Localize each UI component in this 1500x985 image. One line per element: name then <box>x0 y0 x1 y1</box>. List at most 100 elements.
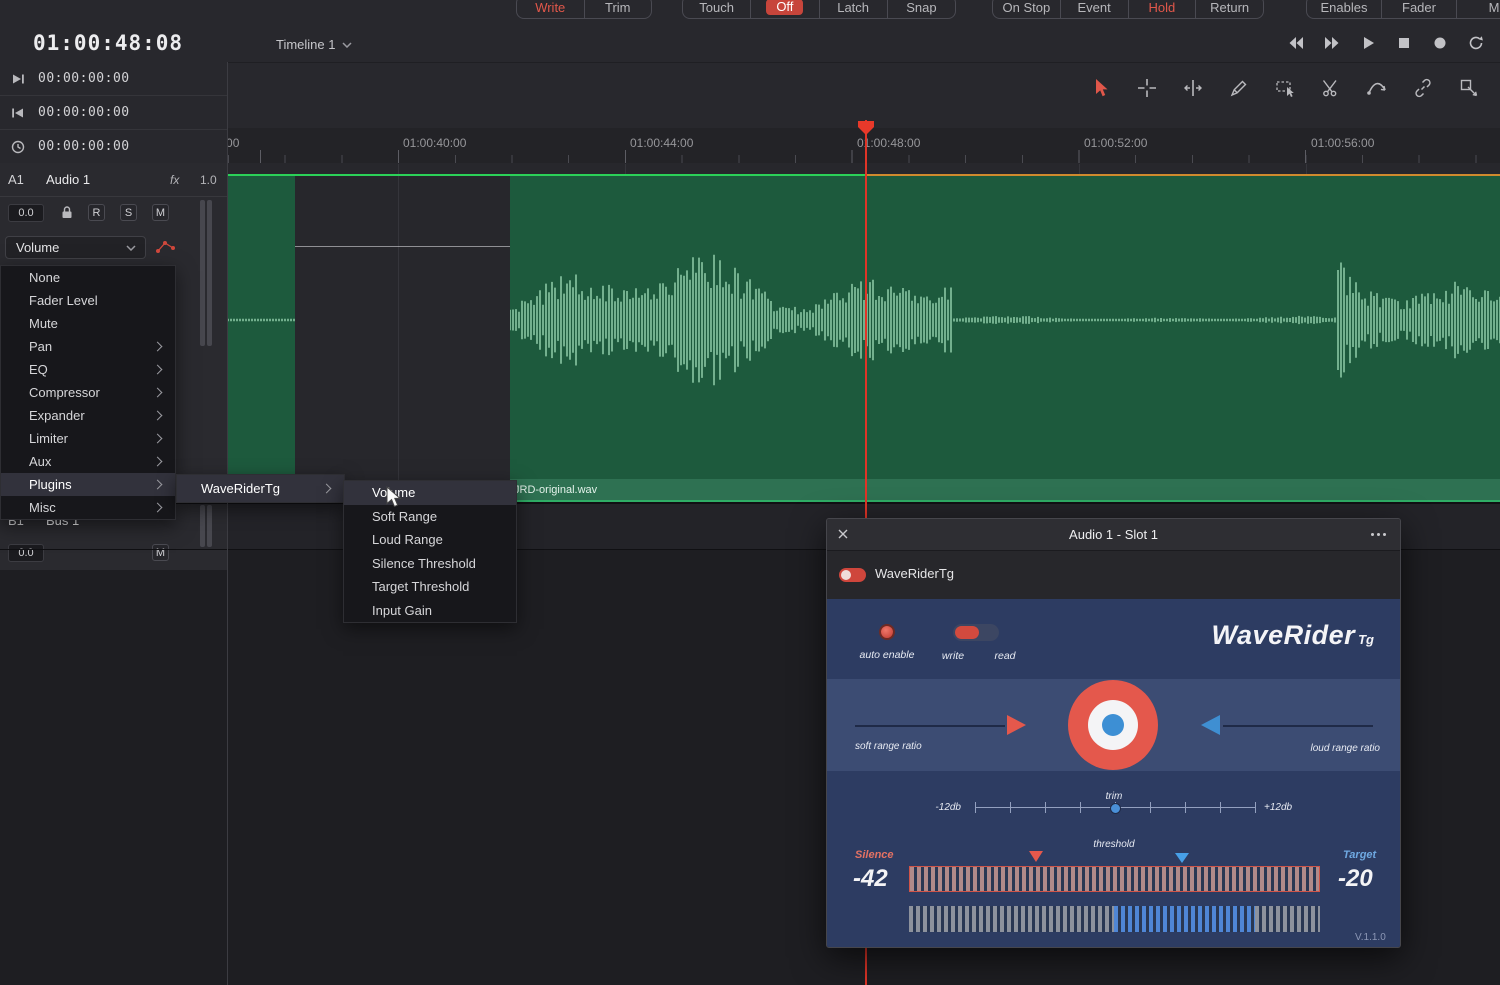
silence-value: -42 <box>853 865 888 893</box>
lock-icon[interactable] <box>60 205 74 220</box>
menu-item-input-gain[interactable]: Input Gain <box>344 599 516 623</box>
bus-level-value[interactable]: 0.0 <box>8 544 44 562</box>
play-button[interactable] <box>1360 35 1376 51</box>
menu-item-label: Volume <box>372 485 516 500</box>
trim-min-label: -12db <box>913 802 961 813</box>
audio-clip-main[interactable]: JRD-original.wav <box>510 176 1500 502</box>
return-button[interactable]: Return <box>1195 0 1263 18</box>
threshold-meter <box>909 866 1320 892</box>
track-level-value[interactable]: 0.0 <box>8 204 44 222</box>
automation-parameter-value: Volume <box>6 240 126 255</box>
timecode-row-in[interactable]: 00:00:00:00 <box>0 96 227 130</box>
track-fx-badge[interactable]: fx <box>170 173 179 187</box>
loop-button[interactable] <box>1468 35 1484 51</box>
loud-range-arrow[interactable] <box>1201 715 1220 735</box>
off-pill: Off <box>766 0 803 15</box>
trim-tool-icon[interactable] <box>1182 77 1204 99</box>
menu-item-fader-level[interactable]: Fader Level <box>1 289 175 312</box>
soft-range-arrow[interactable] <box>1007 715 1026 735</box>
off-button[interactable]: Off <box>750 0 818 18</box>
menu-item-label: EQ <box>29 362 154 377</box>
timecode-row-out[interactable]: 00:00:00:00 <box>0 62 227 96</box>
range-ratio-panel: soft range ratio loud range ratio <box>827 679 1400 771</box>
menu-item-target-threshold[interactable]: Target Threshold <box>344 575 516 599</box>
trim-handle[interactable] <box>1110 803 1121 814</box>
rewind-button[interactable] <box>1288 35 1304 51</box>
latch-button[interactable]: Latch <box>819 0 887 18</box>
write-button[interactable]: Write <box>517 0 584 18</box>
waveform <box>510 176 1500 502</box>
pencil-tool-icon[interactable] <box>1228 77 1250 99</box>
automation-curve-pending <box>866 174 1500 176</box>
automation-curve-tool-icon[interactable] <box>1366 77 1388 99</box>
silence-threshold-marker[interactable] <box>1029 851 1043 862</box>
trim-label: trim <box>1064 791 1164 802</box>
solo-button[interactable]: S <box>120 204 137 221</box>
hold-button[interactable]: Hold <box>1128 0 1196 18</box>
menu-item-none[interactable]: None <box>1 266 175 289</box>
transform-tool-icon[interactable] <box>1458 77 1480 99</box>
menu-item-soft-range[interactable]: Soft Range <box>344 505 516 529</box>
menu-item-expander[interactable]: Expander <box>1 404 175 427</box>
menu-item-loud-range[interactable]: Loud Range <box>344 528 516 552</box>
gain-meter-blue <box>1114 906 1255 932</box>
menu-item-eq[interactable]: EQ <box>1 358 175 381</box>
crosshair-tool-icon[interactable] <box>1136 77 1158 99</box>
window-menu-icon[interactable] <box>1371 533 1386 536</box>
menu-item-silence-threshold[interactable]: Silence Threshold <box>344 552 516 576</box>
menu-item-volume[interactable]: Volume <box>344 481 516 505</box>
playhead-marker[interactable] <box>857 120 875 136</box>
write-read-toggle[interactable] <box>953 624 999 641</box>
menu-item-pan[interactable]: Pan <box>1 335 175 358</box>
track-name[interactable]: Audio 1 <box>46 172 90 187</box>
plugin-body: auto enable write read WaveRider Tg soft… <box>827 599 1400 948</box>
automation-parameter-dropdown[interactable]: Volume <box>5 236 146 259</box>
scissors-tool-icon[interactable] <box>1320 77 1342 99</box>
automation-nodes-icon[interactable] <box>155 239 177 255</box>
submenu-arrow-icon <box>153 434 163 444</box>
snap-button[interactable]: Snap <box>887 0 955 18</box>
fader-button[interactable]: Fader <box>1381 0 1456 18</box>
fast-forward-button[interactable] <box>1324 35 1340 51</box>
pointer-tool-icon[interactable] <box>1090 77 1112 99</box>
submenu-arrow-icon <box>153 411 163 421</box>
menu-item-limiter[interactable]: Limiter <box>1 427 175 450</box>
stop-button[interactable] <box>1396 35 1412 51</box>
target-threshold-marker[interactable] <box>1175 853 1189 863</box>
record-button[interactable] <box>1432 35 1448 51</box>
link-tool-icon[interactable] <box>1412 77 1434 99</box>
main-ride-control[interactable] <box>1068 680 1158 770</box>
trim-button[interactable]: Trim <box>584 0 652 18</box>
auto-enable-label: auto enable <box>847 649 927 661</box>
touch-button[interactable]: Touch <box>683 0 750 18</box>
menu-item-plugins[interactable]: Plugins <box>1 473 175 496</box>
menu-item-waveridertg[interactable]: WaveRiderTg <box>177 475 344 502</box>
menu-item-label: Input Gain <box>372 603 516 618</box>
menu-item-label: Aux <box>29 454 154 469</box>
timeline-selector[interactable]: Timeline 1 <box>276 37 352 52</box>
automation-touch-group: Touch Off Latch Snap <box>682 0 956 19</box>
menu-item-label: Compressor <box>29 385 154 400</box>
on-stop-button[interactable]: On Stop <box>993 0 1060 18</box>
plugin-enable-toggle[interactable] <box>839 568 866 582</box>
range-select-tool-icon[interactable] <box>1274 77 1296 99</box>
menu-item-compressor[interactable]: Compressor <box>1 381 175 404</box>
mute-enable-button[interactable]: M <box>1456 0 1500 18</box>
plugin-window-titlebar[interactable]: Audio 1 - Slot 1 <box>827 519 1400 551</box>
enables-button[interactable]: Enables <box>1307 0 1381 18</box>
menu-item-mute[interactable]: Mute <box>1 312 175 335</box>
audio-clip-left[interactable] <box>228 176 295 502</box>
soft-range-line <box>855 725 1005 727</box>
mute-button[interactable]: M <box>152 204 169 221</box>
record-arm-button[interactable]: R <box>88 204 105 221</box>
plugin-window[interactable]: Audio 1 - Slot 1 WaveRiderTg auto enable… <box>826 518 1401 948</box>
ruler-label: 01:00:52:00 <box>1084 136 1147 150</box>
auto-enable-button[interactable] <box>879 624 895 640</box>
timecode-row-duration[interactable]: 00:00:00:00 <box>0 130 227 164</box>
loud-range-line <box>1223 725 1373 727</box>
bus-mute-button[interactable]: M <box>152 544 169 561</box>
menu-item-aux[interactable]: Aux <box>1 450 175 473</box>
menu-item-misc[interactable]: Misc <box>1 496 175 519</box>
event-button[interactable]: Event <box>1060 0 1128 18</box>
chevron-down-icon <box>126 245 136 251</box>
